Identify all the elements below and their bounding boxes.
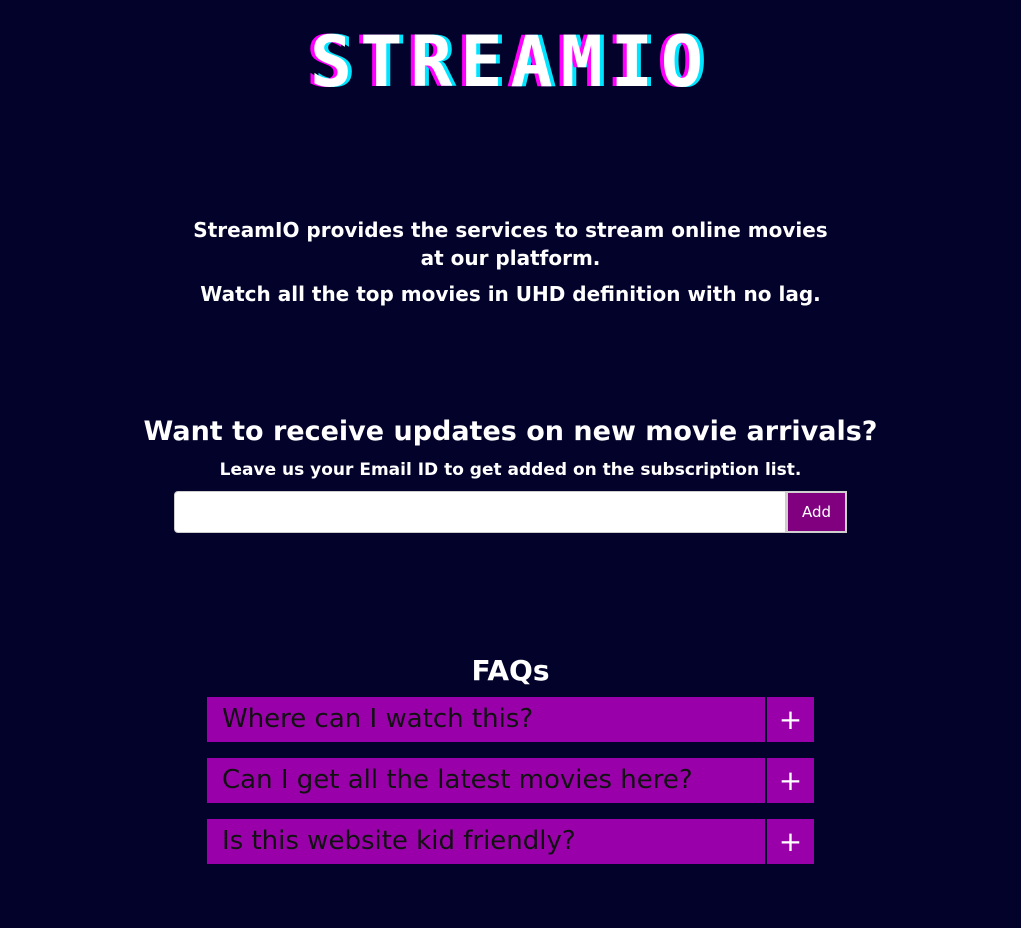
- faq-title: FAQs: [471, 654, 550, 687]
- faq-question[interactable]: Is this website kid friendly?: [207, 819, 765, 864]
- faq-question[interactable]: Where can I watch this?: [207, 697, 765, 742]
- expand-plus-icon[interactable]: +: [767, 697, 814, 742]
- intro-section: StreamIO provides the services to stream…: [190, 216, 831, 308]
- site-logo[interactable]: STREAMIO: [0, 24, 1021, 100]
- subscribe-title: Want to receive updates on new movie arr…: [143, 416, 878, 447]
- faq-item-kid-friendly[interactable]: Is this website kid friendly? +: [207, 819, 814, 864]
- intro-text-2: Watch all the top movies in UHD definiti…: [200, 282, 821, 306]
- page: STREAMIO StreamIO provides the services …: [0, 0, 1021, 928]
- expand-plus-icon[interactable]: +: [767, 819, 814, 864]
- email-input[interactable]: [174, 491, 786, 533]
- intro-text-1: StreamIO provides the services to stream…: [193, 218, 828, 270]
- faq-list: Where can I watch this? + Can I get all …: [207, 697, 814, 880]
- faq-item-latest-movies[interactable]: Can I get all the latest movies here? +: [207, 758, 814, 803]
- faq-item-watch[interactable]: Where can I watch this? +: [207, 697, 814, 742]
- add-button[interactable]: Add: [786, 491, 847, 533]
- expand-plus-icon[interactable]: +: [767, 758, 814, 803]
- subscribe-form: Add: [174, 491, 847, 533]
- subscribe-subtitle: Leave us your Email ID to get added on t…: [219, 460, 802, 480]
- faq-question[interactable]: Can I get all the latest movies here?: [207, 758, 765, 803]
